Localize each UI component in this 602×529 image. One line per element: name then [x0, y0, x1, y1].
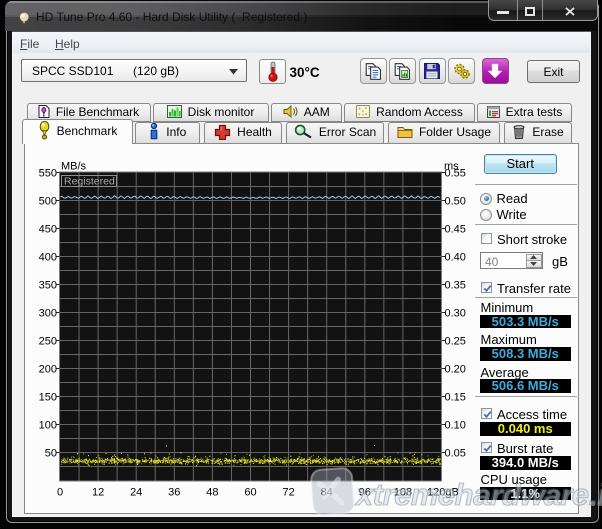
svg-text:0.45: 0.45: [445, 224, 466, 236]
svg-text:0.25: 0.25: [445, 336, 466, 348]
svg-text:250: 250: [39, 336, 57, 348]
svg-text:0.55: 0.55: [445, 168, 466, 180]
svg-text:0.40: 0.40: [445, 252, 466, 264]
svg-text:0: 0: [57, 487, 63, 499]
svg-text:0.50: 0.50: [445, 196, 466, 208]
svg-text:0.35: 0.35: [445, 280, 466, 292]
svg-text:200: 200: [39, 364, 57, 376]
svg-text:500: 500: [39, 196, 57, 208]
svg-text:400: 400: [39, 252, 57, 264]
svg-text:0.30: 0.30: [445, 308, 466, 320]
svg-text:24: 24: [130, 487, 142, 499]
svg-text:350: 350: [39, 280, 57, 292]
svg-text:48: 48: [206, 487, 218, 499]
svg-text:60: 60: [244, 487, 256, 499]
svg-text:xtremehardware.it: xtremehardware.it: [354, 477, 602, 512]
svg-text:0.10: 0.10: [445, 420, 466, 432]
svg-text:0.15: 0.15: [445, 392, 466, 404]
svg-text:150: 150: [39, 392, 57, 404]
svg-text:550: 550: [39, 168, 57, 180]
svg-text:MB/s: MB/s: [61, 161, 87, 173]
svg-text:450: 450: [39, 224, 57, 236]
svg-text:36: 36: [168, 487, 180, 499]
svg-text:Registered: Registered: [64, 176, 115, 188]
svg-text:100: 100: [39, 420, 57, 432]
svg-text:0.20: 0.20: [445, 364, 466, 376]
svg-text:12: 12: [92, 487, 104, 499]
svg-text:300: 300: [39, 308, 57, 320]
svg-text:50: 50: [45, 448, 57, 460]
